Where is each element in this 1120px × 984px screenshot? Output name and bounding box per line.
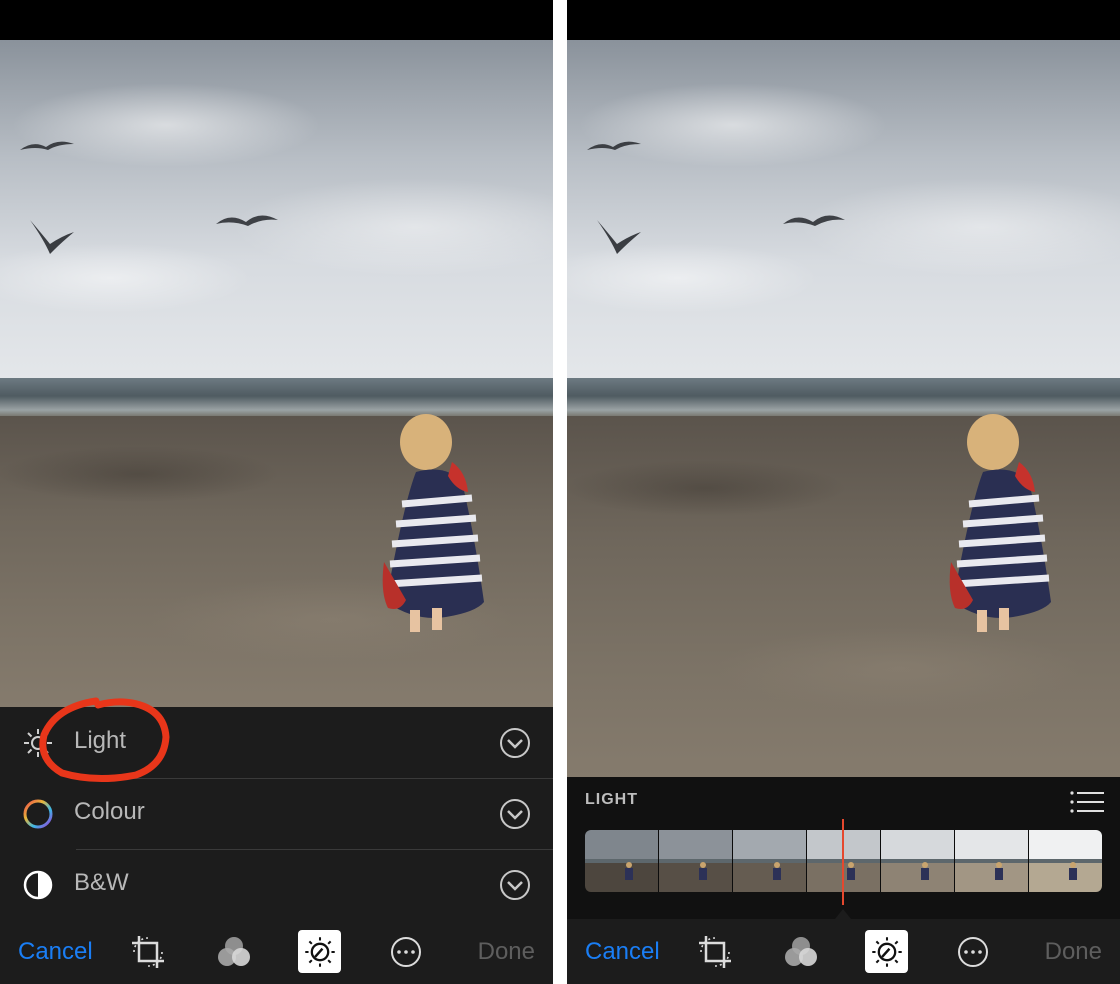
chevron-down-icon[interactable] — [499, 798, 531, 830]
filmstrip-frame — [659, 830, 733, 892]
adjust-row-bw[interactable]: B&W — [0, 849, 553, 919]
filmstrip-frame — [955, 830, 1029, 892]
photo-canvas — [567, 40, 1120, 777]
slider-playhead[interactable] — [842, 819, 844, 905]
light-adjust-panel: LIGHT — [567, 777, 1120, 919]
seagull-shape — [587, 141, 641, 150]
cancel-label: Cancel — [18, 937, 93, 965]
adjustments-list: Light Colour B&W — [0, 707, 553, 919]
child-figure — [949, 414, 1051, 632]
chevron-down-icon[interactable] — [499, 869, 531, 901]
more-icon — [958, 936, 988, 967]
filmstrip-frame — [1029, 830, 1102, 892]
filmstrip-frame — [733, 830, 807, 892]
seagull-shape — [597, 220, 641, 254]
filters-button[interactable] — [212, 919, 256, 984]
adjust-label-light: Light — [74, 727, 127, 754]
filters-icon — [218, 936, 250, 966]
done-button[interactable]: Done — [1045, 919, 1102, 984]
filmstrip-frame — [807, 830, 881, 892]
photo-canvas — [0, 40, 553, 707]
list-icon[interactable] — [1070, 791, 1104, 813]
more-button[interactable] — [384, 919, 428, 984]
color-wheel-icon — [23, 799, 53, 829]
screen-right-light-panel: LIGHT Cancel Done — [567, 0, 1120, 984]
child-figure — [382, 414, 484, 632]
adjust-label-bw: B&W — [74, 869, 129, 896]
done-button[interactable]: Done — [478, 919, 535, 984]
done-label: Done — [477, 937, 535, 965]
screen-left-adjustments: Light Colour B&W Cancel Done — [0, 0, 553, 984]
panel-pointer-caret — [835, 909, 851, 919]
chevron-down-icon[interactable] — [499, 727, 531, 759]
crop-rotate-icon — [132, 935, 164, 968]
more-icon — [391, 936, 421, 967]
seagull-shape — [216, 215, 278, 226]
adjust-label-colour: Colour — [74, 798, 145, 825]
adjust-dial-icon — [304, 936, 335, 967]
crop-rotate-icon — [699, 935, 731, 968]
adjust-button[interactable] — [298, 930, 341, 973]
panel-title: LIGHT — [585, 791, 638, 808]
seagull-shape — [30, 220, 74, 254]
sun-icon — [24, 729, 52, 757]
done-label: Done — [1044, 937, 1102, 965]
adjust-dial-icon — [871, 936, 902, 967]
more-button[interactable] — [951, 919, 995, 984]
cancel-button[interactable]: Cancel — [18, 919, 93, 984]
filmstrip-frame — [881, 830, 955, 892]
cancel-label: Cancel — [585, 937, 660, 965]
bottom-toolbar: Cancel Done — [567, 919, 1120, 984]
seagull-shape — [20, 141, 74, 150]
adjust-row-colour[interactable]: Colour — [0, 778, 553, 848]
filters-icon — [785, 936, 817, 966]
bottom-toolbar: Cancel Done — [0, 919, 553, 984]
filters-button[interactable] — [779, 919, 823, 984]
seagull-shape — [783, 215, 845, 226]
cancel-button[interactable]: Cancel — [585, 919, 660, 984]
filmstrip-frame — [585, 830, 659, 892]
half-circle-icon — [23, 870, 53, 900]
crop-button[interactable] — [126, 919, 170, 984]
crop-button[interactable] — [693, 919, 737, 984]
adjust-button[interactable] — [865, 930, 908, 973]
adjust-row-light[interactable]: Light — [0, 707, 553, 777]
